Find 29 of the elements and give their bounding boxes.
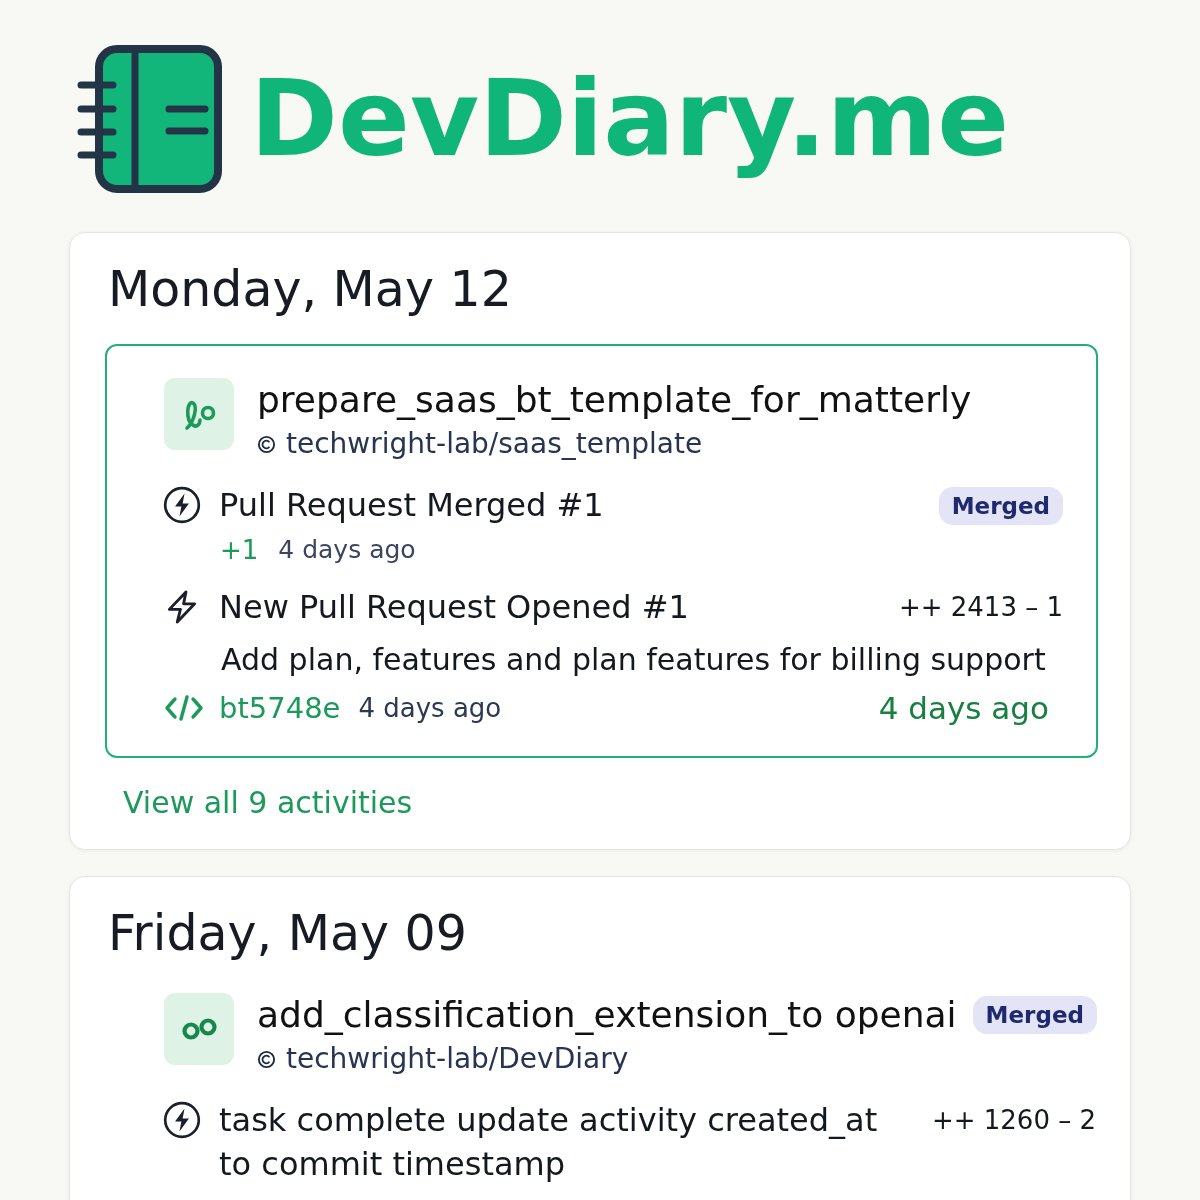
repo-name: techwright-lab/saas_template bbox=[286, 426, 703, 462]
copyright-icon bbox=[257, 434, 276, 454]
time-ago: 4 days ago bbox=[358, 693, 502, 723]
view-all-link[interactable]: View all 9 activities bbox=[123, 783, 413, 823]
time-ago: 4 days ago bbox=[278, 534, 416, 566]
logo-wordmark: DevDiary.me bbox=[250, 56, 1010, 183]
status-badge: Merged bbox=[938, 487, 1063, 525]
time-ago: 4 days ago bbox=[878, 690, 1049, 726]
code-icon bbox=[164, 694, 204, 722]
commit-hash-link[interactable]: bt5748e bbox=[219, 691, 341, 725]
rings-icon bbox=[164, 993, 234, 1065]
status-badge: Merged bbox=[972, 996, 1097, 1034]
bolt-circle-icon bbox=[163, 486, 201, 524]
bolt-circle-icon bbox=[163, 1101, 201, 1139]
additions-count: +1 bbox=[220, 534, 259, 567]
activity-title: New Pull Request Opened #1 bbox=[219, 587, 690, 628]
squiggle-icon bbox=[164, 378, 234, 450]
branch-title: add_classification_extension_to openai bbox=[257, 993, 957, 1037]
branch-title: prepare_saas_bt_template_for_matterly bbox=[257, 378, 972, 422]
diff-stats: ++ 2413 – 1 bbox=[898, 591, 1063, 624]
activity-title: task complete update activity created_at to commit timestamp bbox=[219, 1100, 879, 1185]
day-heading: Friday, May 09 bbox=[107, 904, 468, 964]
diff-stats: ++ 1260 – 2 bbox=[931, 1104, 1096, 1137]
commit-message: Add plan, features and plan features for billing support bbox=[221, 641, 1047, 679]
repo-name: techwright-lab/DevDiary bbox=[286, 1041, 629, 1077]
copyright-icon bbox=[257, 1049, 276, 1069]
notebook-icon bbox=[77, 45, 222, 193]
activity-title: Pull Request Merged #1 bbox=[219, 485, 605, 526]
day-heading: Monday, May 12 bbox=[107, 260, 513, 320]
